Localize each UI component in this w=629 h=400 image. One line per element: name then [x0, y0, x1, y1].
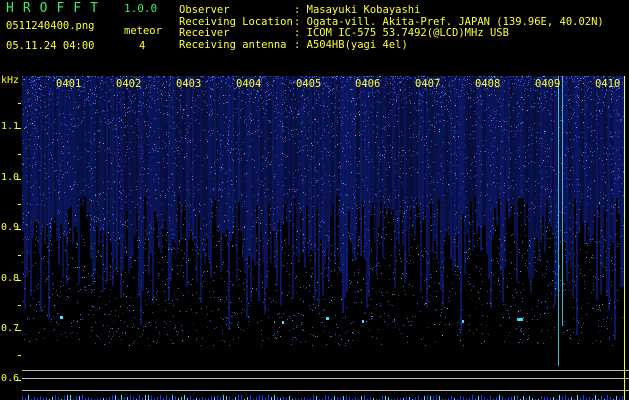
tick-label-0.7: 0.7 — [1, 323, 20, 334]
app-version: 1.0.0 — [124, 2, 158, 15]
tick-label-0.9: 0.9 — [1, 222, 20, 233]
receiver-value: : ICOM IC-575 53.7492(@LCD)MHz USB — [294, 27, 509, 39]
tick-mark-minor — [18, 154, 21, 155]
axis-unit-label: kHz — [1, 75, 20, 86]
meteor-label: meteor — [124, 25, 162, 37]
observer-label: Observer — [179, 4, 230, 16]
guide-line — [22, 378, 629, 379]
minute-label-0409: 0409 — [535, 78, 561, 90]
antenna-label: Receiving antenna — [179, 38, 287, 51]
frequency-axis: kHz 1.1 1.0 0.9 0.8 0.7 0.6 — [0, 75, 22, 400]
header-panel: HROFFT 1.0.0 0511240400.png 05.11.24 04:… — [0, 0, 629, 75]
tick-mark-minor — [18, 355, 21, 356]
tick-mark-minor — [18, 305, 21, 306]
app-title: HROFFT — [6, 1, 107, 16]
tick-mark — [16, 330, 21, 331]
minute-label-0403: 0403 — [176, 78, 202, 90]
tick-mark-minor — [18, 255, 21, 256]
tick-mark-minor — [18, 103, 21, 104]
tick-label-1.0: 1.0 — [1, 172, 20, 183]
guide-line — [22, 390, 629, 391]
minute-label-0407: 0407 — [415, 78, 441, 90]
antenna-value: : A504HB(yagi 4el) — [294, 38, 408, 51]
tick-mark — [16, 179, 21, 180]
spectrogram-canvas — [22, 76, 626, 400]
tick-mark — [16, 229, 21, 230]
guide-line — [22, 370, 629, 371]
spectrogram-plot — [22, 76, 629, 400]
minute-label-0402: 0402 — [116, 78, 142, 90]
date-time: 05.11.24 04:00 — [6, 40, 95, 52]
minute-label-0406: 0406 — [355, 78, 381, 90]
file-name: 0511240400.png — [6, 20, 95, 32]
tick-label-0.8: 0.8 — [1, 273, 20, 284]
info-labels: Observer Receiving Location Receiver Rec… — [179, 4, 293, 51]
tick-mark — [16, 128, 21, 129]
tick-label-1.1: 1.1 — [1, 121, 20, 132]
info-values: : Masayuki Kobayashi : Ogata-vill. Akita… — [294, 4, 604, 51]
observer-value: : Masayuki Kobayashi — [294, 4, 421, 16]
minute-label-0410: 0410 — [595, 78, 621, 90]
minute-label-0404: 0404 — [236, 78, 262, 90]
minute-label-0408: 0408 — [475, 78, 501, 90]
tick-mark — [16, 280, 21, 281]
minute-label-0405: 0405 — [296, 78, 322, 90]
tick-label-0.6: 0.6 — [1, 373, 20, 384]
tick-mark — [16, 380, 21, 381]
plot-right-border — [624, 76, 625, 400]
receiver-label: Receiver — [179, 27, 230, 39]
tick-mark-minor — [18, 204, 21, 205]
minute-label-0401: 0401 — [56, 78, 82, 90]
meteor-count: 4 — [139, 40, 146, 52]
